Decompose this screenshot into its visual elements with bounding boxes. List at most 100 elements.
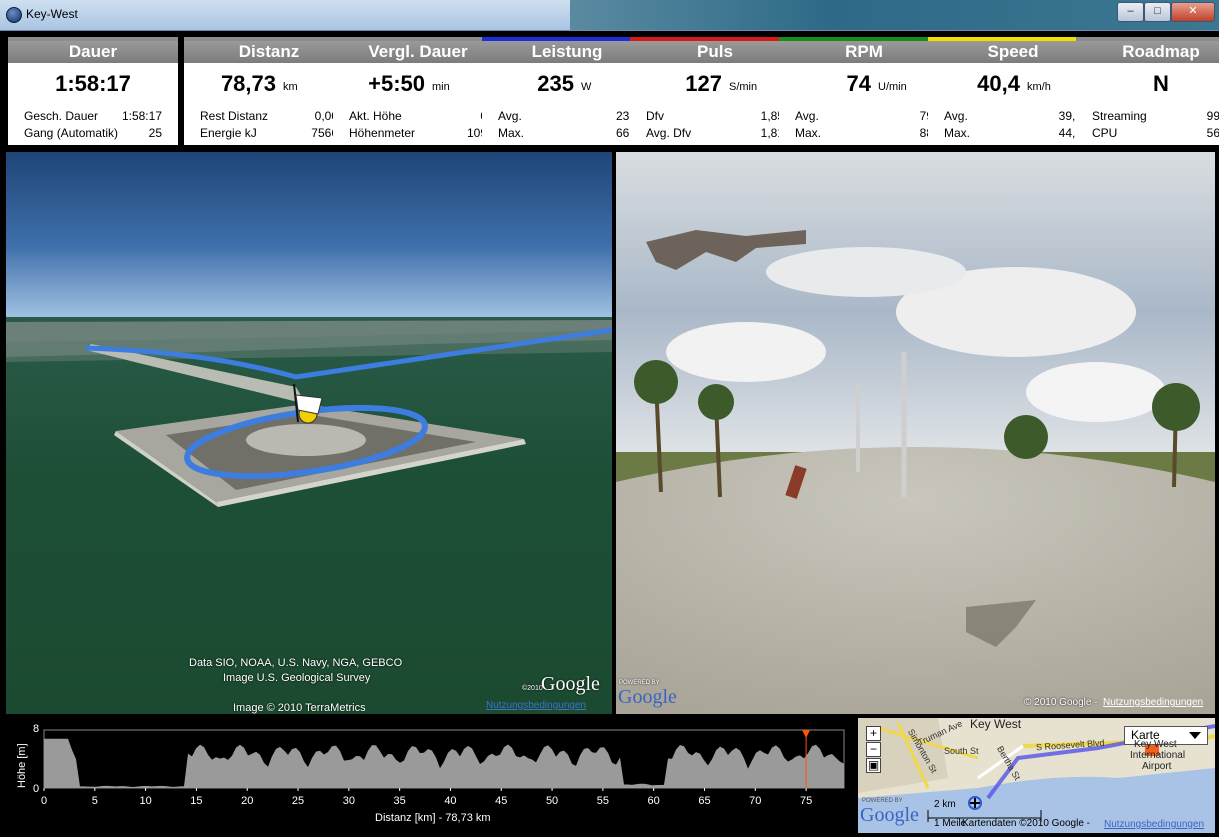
map-credit-image: Image U.S. Geological Survey (223, 672, 371, 684)
panel-row-label: Avg. Dfv (646, 126, 692, 140)
stats-bar: Dauer 1:58:17 Gesch. Dauer 1:58:17 Gang (Aut… (0, 31, 1219, 149)
elevation-xtick-label: 75 (800, 795, 812, 807)
panel-row-label: Energie kJ (200, 126, 257, 140)
panel-row: Avg. 79 (795, 109, 933, 125)
map-credit-terrametrics: Image © 2010 TerraMetrics (233, 702, 366, 714)
elevation-xtick-label: 0 (41, 795, 47, 807)
panel-main: 78,73 km (184, 71, 354, 101)
panel-unit: km/h (1027, 81, 1051, 93)
panel-row: Avg. 239 (498, 109, 636, 125)
minimap[interactable]: + − ▣ Karte Key West Truman Ave Simonton… (858, 718, 1215, 833)
panel-row: Streaming 99,0 (1092, 109, 1219, 125)
minimap-airport-line1: Key West (1134, 739, 1177, 750)
elevation-xtick-label: 70 (749, 795, 761, 807)
panel-main: 1:58:17 (8, 71, 178, 101)
panel-row: Höhenmeter 109 (349, 126, 487, 142)
sv-copyright: © 2010 Google - (1024, 697, 1098, 708)
panel-row-value: 25 (148, 126, 162, 140)
minimize-button[interactable]: – (1117, 2, 1144, 22)
panel-title: Roadmap (1076, 41, 1219, 63)
panel-value: +5:50 (368, 71, 425, 96)
google-logo: Google (541, 673, 600, 695)
map-terms-link[interactable]: Nutzungsbedingungen (486, 700, 586, 711)
app-icon (6, 7, 22, 23)
panel-main: 40,4 km/h (928, 71, 1098, 101)
panel-row: Max. 44,6 (944, 126, 1082, 142)
panel-row: Max. 662 (498, 126, 636, 142)
panel-row: Dfv 1,85 (646, 109, 784, 125)
panel-roadmap: Roadmap N Streaming 99,0 CPU 56,0 (1076, 37, 1219, 145)
panel-title: RPM (779, 41, 949, 63)
panel-row-label: Avg. (795, 109, 819, 123)
panel-value: 78,73 (220, 71, 276, 96)
minimap-airport-line3: Airport (1142, 761, 1172, 772)
chevron-down-icon (1189, 732, 1201, 739)
elevation-profile[interactable]: Höhe [m] 8 0 0 5 10 15 20 25 30 35 40 45 50 55 60 65 7… (6, 718, 852, 833)
panel-unit: W (581, 81, 592, 93)
panel-rpm: RPM 74 U/min Avg. 79 Max. 88 (779, 37, 949, 145)
maximize-button[interactable]: □ (1144, 2, 1171, 22)
panel-row: Gang (Automatik) 25 (24, 126, 162, 142)
panel-row-label: Akt. Höhe (349, 109, 402, 123)
panel-row-label: Max. (795, 126, 822, 140)
panel-row-label: Gesch. Dauer (24, 109, 99, 123)
panel-title: Speed (928, 41, 1098, 63)
elevation-xtick-label: 10 (139, 795, 151, 807)
sv-google-logo: Google (618, 686, 677, 708)
panel-main: 127 S/min (630, 71, 800, 101)
map-credit-data: Data SIO, NOAA, U.S. Navy, NGA, GEBCO (189, 657, 403, 669)
panel-puls: Puls 127 S/min Dfv 1,85 Avg. Dfv 1,81 (630, 37, 800, 145)
panel-row: Akt. Höhe0 (349, 109, 487, 125)
panel-row-value: 99,0 (1206, 109, 1219, 123)
elevation-xtick-label: 50 (546, 795, 558, 807)
panel-row: Gesch. Dauer 1:58:17 (24, 109, 162, 125)
panel-main: +5:50 min (333, 71, 503, 101)
panel-row-label: Rest Distanz (200, 109, 269, 123)
zoom-in-button[interactable]: + (866, 726, 881, 741)
panel-row-label: Dfv (646, 109, 664, 123)
close-button[interactable]: ✕ (1171, 2, 1215, 22)
panel-unit: km (283, 81, 298, 93)
minimap-data-credit: Kartendaten ©2010 Google - (962, 818, 1091, 829)
elevation-xtick-label: 55 (597, 795, 609, 807)
panel-row: Avg. 39,9 (944, 109, 1082, 125)
panel-main: 235 W (482, 71, 652, 101)
panel-row-value: 56,0 (1206, 126, 1219, 140)
street-view[interactable]: POWERED BY Google © 2010 Google - Nutzun… (616, 152, 1215, 714)
zoom-reset-button[interactable]: ▣ (866, 758, 881, 773)
panel-row: Avg. Dfv 1,81 (646, 126, 784, 142)
elevation-xtick-label: 45 (495, 795, 507, 807)
elevation-xtick-label: 5 (92, 795, 98, 807)
window-title: Key-West (26, 7, 78, 21)
panel-speed: Speed 40,4 km/h Avg. 39,9 Max. 44,6 (928, 37, 1098, 145)
panel-value: 1:58:17 (55, 71, 131, 96)
panel-unit: min (432, 81, 450, 93)
panel-title: Puls (630, 41, 800, 63)
panel-dauer: Dauer 1:58:17 Gesch. Dauer 1:58:17 Gang (Aut… (8, 37, 178, 145)
elevation-xtick-label: 40 (444, 795, 456, 807)
minimap-street-south: South St (944, 746, 979, 756)
sv-terms-link[interactable]: Nutzungsbedingungen (1103, 697, 1203, 708)
elevation-xtick-label: 15 (190, 795, 202, 807)
panel-vergl: Vergl. Dauer +5:50 min Akt. Höhe0Höhenmeter… (333, 37, 503, 145)
panel-value: 40,4 (977, 71, 1020, 96)
panel-unit: S/min (729, 81, 758, 93)
elevation-xtick-label: 60 (648, 795, 660, 807)
street-view-graphic (616, 152, 1215, 714)
panel-row-label: Höhenmeter (349, 126, 416, 140)
panel-row: Energie kJ 7566 (200, 126, 338, 142)
panel-value: 127 (685, 71, 722, 96)
minimap-google-logo: Google (860, 804, 919, 826)
panel-value: N (1153, 71, 1169, 96)
elevation-xtick-label: 20 (241, 795, 253, 807)
panel-row-label: CPU (1092, 126, 1118, 140)
minimap-city-label: Key West (970, 718, 1022, 731)
panel-unit: U/min (878, 81, 907, 93)
minimap-terms-link[interactable]: Nutzungsbedingungen (1104, 819, 1204, 830)
panel-row: Rest Distanz 0,00 (200, 109, 338, 125)
elevation-xtick-label: 35 (394, 795, 406, 807)
zoom-out-button[interactable]: − (866, 742, 881, 757)
title-bar: Key-West – □ ✕ (0, 0, 1219, 31)
panel-row-label: Max. (944, 126, 971, 140)
terrain-3d-view[interactable]: Data SIO, NOAA, U.S. Navy, NGA, GEBCO Im… (6, 152, 612, 714)
